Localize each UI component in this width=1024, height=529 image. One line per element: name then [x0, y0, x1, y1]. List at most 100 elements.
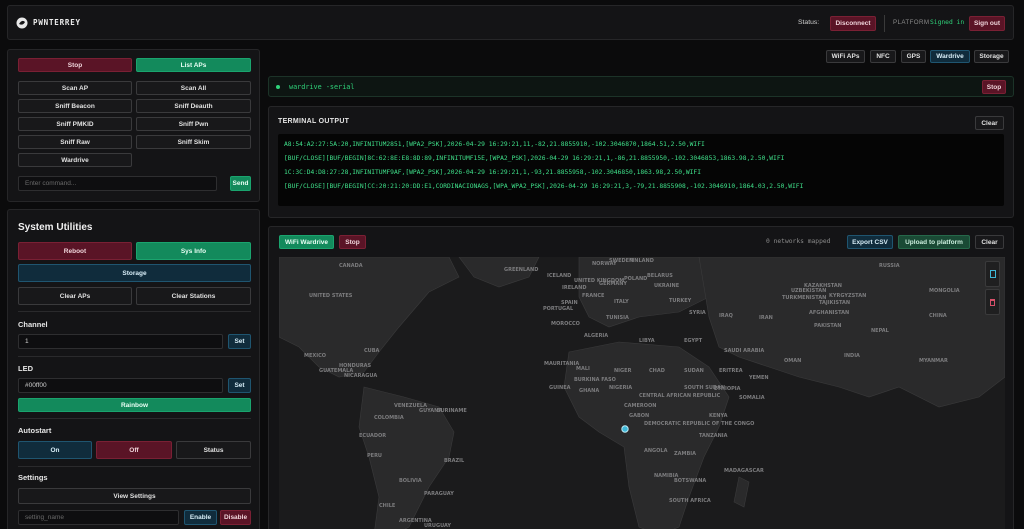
map-label-poland: POLAND — [624, 276, 647, 282]
wifi-wardrive-button[interactable]: WiFi Wardrive — [279, 235, 334, 249]
section-divider — [18, 418, 251, 419]
madagascar-landmass — [733, 476, 750, 508]
map-label-niger: NIGER — [614, 368, 632, 374]
section-divider — [18, 311, 251, 312]
map-label-belarus: BELARUS — [647, 273, 673, 279]
disable-button[interactable]: Disable — [220, 510, 251, 525]
rainbow-button[interactable]: Rainbow — [18, 398, 251, 412]
system-utilities-title: System Utilities — [18, 222, 93, 233]
map-label-burkina-faso: BURKINA FASO — [574, 377, 616, 383]
upload-platform-button[interactable]: Upload to platform — [898, 235, 970, 249]
stop-button[interactable]: Stop — [18, 58, 132, 72]
autostart-on-button[interactable]: On — [18, 441, 92, 459]
map-canvas: GREENLAND ICELAND RUSSIA SWEDEN FINLAND … — [279, 257, 1005, 529]
rectangle-icon — [989, 270, 996, 278]
clear-aps-button[interactable]: Clear APs — [18, 287, 132, 305]
setting-name-input[interactable]: setting_name — [18, 510, 179, 525]
wardrive-button[interactable]: Wardrive — [18, 153, 132, 167]
autostart-label: Autostart — [18, 426, 52, 435]
wifi-actions-panel: Stop List APs Scan AP Scan All Sniff Bea… — [7, 49, 260, 202]
running-command-text: wardrive -serial — [289, 83, 355, 91]
map-label-iceland: ICELAND — [547, 273, 571, 279]
channel-label: Channel — [18, 320, 48, 329]
current-position-marker — [621, 425, 629, 433]
terminal-clear-button[interactable]: Clear — [975, 116, 1004, 130]
clear-stations-button[interactable]: Clear Stations — [136, 287, 251, 305]
sniff-pwn-button[interactable]: Sniff Pwn — [136, 117, 251, 131]
channel-set-button[interactable]: Set — [228, 334, 251, 349]
map-label-south-africa: SOUTH AFRICA — [669, 498, 711, 504]
map-label-uruguay: URUGUAY — [424, 523, 451, 529]
map-label-tunisia: TUNISIA — [606, 315, 629, 321]
sniff-skim-button[interactable]: Sniff Skim — [136, 135, 251, 149]
tab-wifi-aps[interactable]: WiFi APs — [826, 50, 865, 63]
sniff-pmkid-button[interactable]: Sniff PMKID — [18, 117, 132, 131]
list-aps-button[interactable]: List APs — [136, 58, 251, 72]
map-label-turkey: TURKEY — [669, 298, 692, 304]
scan-all-button[interactable]: Scan All — [136, 81, 251, 95]
brand-name: PWNTERREY — [33, 18, 81, 27]
sniff-raw-button[interactable]: Sniff Raw — [18, 135, 132, 149]
map-label-ghana: GHANA — [579, 388, 599, 394]
europe-landmass — [578, 257, 710, 328]
map-label-peru: PERU — [367, 453, 382, 459]
tab-storage[interactable]: Storage — [974, 50, 1009, 63]
tab-gps[interactable]: GPS — [901, 50, 926, 63]
view-settings-button[interactable]: View Settings — [18, 488, 251, 504]
map-label-brazil: BRAZIL — [444, 458, 465, 464]
reboot-button[interactable]: Reboot — [18, 242, 132, 260]
wardrive-map-panel: WiFi Wardrive Stop 0 networks mapped Exp… — [268, 226, 1014, 529]
section-divider — [18, 466, 251, 467]
map-label-gabon: GABON — [629, 413, 649, 419]
networks-mapped-count: 0 networks mapped — [766, 238, 831, 245]
map-label-nigeria: NIGERIA — [609, 385, 632, 391]
scan-ap-button[interactable]: Scan AP — [18, 81, 132, 95]
logo-icon — [16, 17, 28, 29]
autostart-off-button[interactable]: Off — [96, 441, 172, 459]
sys-info-button[interactable]: Sys Info — [136, 242, 251, 260]
autostart-status-button[interactable]: Status — [176, 441, 251, 459]
channel-input[interactable]: 1 — [18, 334, 223, 349]
disconnect-button[interactable]: Disconnect — [830, 16, 876, 31]
led-set-button[interactable]: Set — [228, 378, 251, 393]
map-clear-button[interactable]: Clear — [975, 235, 1004, 249]
led-color-input[interactable]: #00ff00 — [18, 378, 223, 393]
map-label-bolivia: BOLIVIA — [399, 478, 422, 484]
section-divider — [18, 356, 251, 357]
tab-wardrive[interactable]: Wardrive — [930, 50, 970, 63]
command-input[interactable]: Enter command... — [18, 176, 217, 191]
map-label-finland: FINLAND — [629, 258, 654, 264]
map-label-tajikistan: TAJIKISTAN — [819, 300, 850, 306]
map-label-central-african-republic: CENTRAL AFRICAN REPUBLIC — [639, 393, 721, 399]
north-america-landmass — [279, 257, 460, 378]
export-csv-button[interactable]: Export CSV — [847, 235, 893, 249]
map-label-france: FRANCE — [582, 293, 605, 299]
map-label-egypt: EGYPT — [684, 338, 703, 344]
map-label-portugal: PORTUGAL — [543, 306, 574, 312]
map-label-china: CHINA — [929, 313, 947, 319]
signed-in-status: Signed in — [930, 19, 965, 26]
sniff-deauth-button[interactable]: Sniff Deauth — [136, 99, 251, 113]
map-label-germany: GERMANY — [599, 281, 627, 287]
tab-nfc[interactable]: NFC — [870, 50, 896, 63]
sign-out-button[interactable]: Sign out — [969, 16, 1005, 31]
map-label-mongolia: MONGOLIA — [929, 288, 960, 294]
terminal-line: 1C:3C:D4:D8:27:28,INFINITUMF9AF,[WPA2_PS… — [284, 169, 702, 176]
map-label-myanmar: MYANMAR — [919, 358, 948, 364]
map-delete-control[interactable] — [985, 289, 1000, 315]
enable-button[interactable]: Enable — [184, 510, 217, 525]
send-button[interactable]: Send — [230, 176, 251, 191]
command-stop-button[interactable]: Stop — [982, 80, 1006, 94]
map-draw-rectangle-control[interactable] — [985, 261, 1000, 287]
storage-button[interactable]: Storage — [18, 264, 251, 282]
terminal-line: [BUF/CLOSE][BUF/BEGIN]CC:20:21:20:DD:E1,… — [284, 183, 804, 190]
map-label-pakistan: PAKISTAN — [814, 323, 842, 329]
world-map[interactable]: GREENLAND ICELAND RUSSIA SWEDEN FINLAND … — [279, 257, 1005, 529]
running-indicator-icon — [276, 85, 280, 89]
map-label-cuba: CUBA — [364, 348, 380, 354]
header-bar: PWNTERREY Status: Disconnect PLATFORM Si… — [7, 5, 1014, 40]
sniff-beacon-button[interactable]: Sniff Beacon — [18, 99, 132, 113]
map-label-botswana: BOTSWANA — [674, 478, 706, 484]
map-label-mexico: MEXICO — [304, 353, 326, 359]
wardrive-stop-button[interactable]: Stop — [339, 235, 366, 249]
